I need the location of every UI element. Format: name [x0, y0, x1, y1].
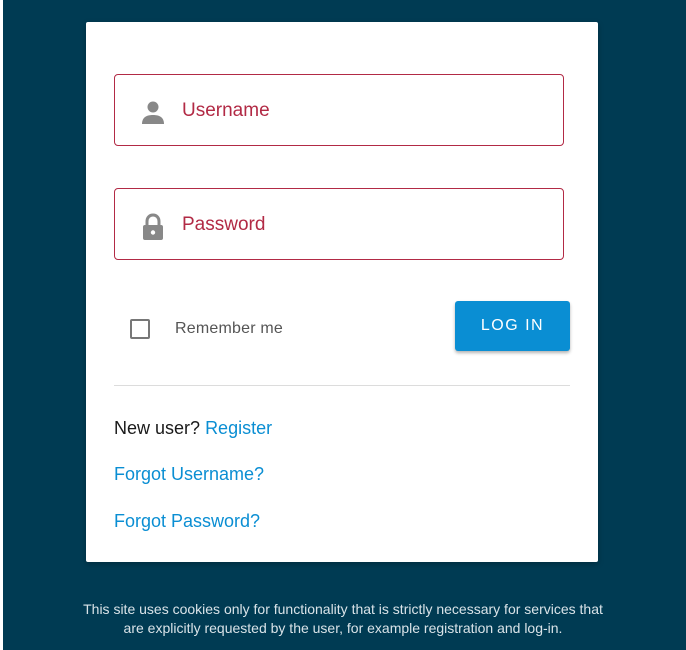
person-icon	[140, 99, 166, 127]
login-card: Username Password Remember me LOG IN New…	[86, 22, 598, 562]
forgot-username-line: Forgot Username?	[114, 463, 264, 485]
lock-icon	[140, 213, 166, 241]
username-field[interactable]: Username	[114, 74, 564, 146]
new-user-line: New user? Register	[114, 417, 272, 439]
divider	[114, 385, 570, 386]
remember-me-label[interactable]: Remember me	[175, 320, 283, 338]
register-link[interactable]: Register	[205, 418, 272, 438]
login-button[interactable]: LOG IN	[455, 301, 570, 351]
new-user-text: New user?	[114, 418, 201, 438]
username-placeholder: Username	[182, 100, 270, 121]
remember-me-checkbox[interactable]	[130, 319, 150, 339]
password-placeholder: Password	[182, 214, 266, 235]
forgot-password-link[interactable]: Forgot Password?	[114, 511, 260, 531]
cookie-notice: This site uses cookies only for function…	[0, 600, 686, 638]
left-edge-strip	[0, 0, 3, 650]
forgot-password-line: Forgot Password?	[114, 510, 260, 532]
cookie-notice-line1: This site uses cookies only for function…	[83, 601, 603, 617]
password-field[interactable]: Password	[114, 188, 564, 260]
forgot-username-link[interactable]: Forgot Username?	[114, 464, 264, 484]
cookie-notice-line2: are explicitly requested by the user, fo…	[123, 620, 563, 636]
remember-me[interactable]: Remember me	[130, 316, 283, 342]
